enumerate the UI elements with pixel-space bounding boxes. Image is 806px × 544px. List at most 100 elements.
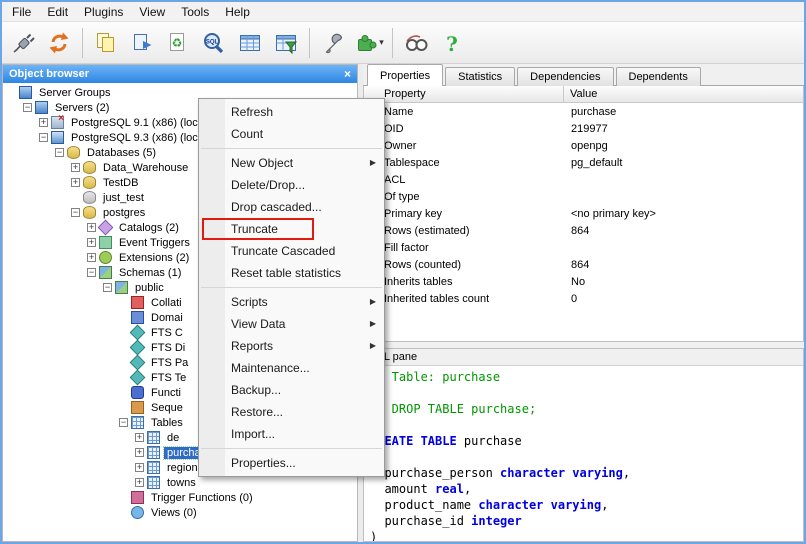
collapse-icon[interactable]: −	[55, 148, 64, 157]
menu-item-reports[interactable]: Reports ▶	[199, 335, 384, 357]
tab-dependencies[interactable]: Dependencies	[517, 67, 614, 86]
guru-hints-button[interactable]	[399, 26, 433, 60]
pgadmin-window: File Edit Plugins View Tools Help ♻ SQL ▾? Obje…	[0, 0, 806, 544]
table-row[interactable]: Name purchase	[364, 103, 803, 120]
table-row[interactable]: Rows (counted) 864	[364, 256, 803, 273]
tree-item-label: Collati	[151, 296, 182, 309]
table-row[interactable]: ACL	[364, 171, 803, 188]
menu-item-delete-drop[interactable]: Delete/Drop...	[199, 174, 384, 196]
view-data-button[interactable]	[233, 26, 267, 60]
menu-item-view-data[interactable]: View Data ▶	[199, 313, 384, 335]
collapse-icon[interactable]: −	[39, 133, 48, 142]
menu-item-restore[interactable]: Restore...	[199, 401, 384, 423]
expand-icon[interactable]: +	[135, 448, 144, 457]
close-icon[interactable]: ×	[344, 67, 351, 81]
table-row[interactable]: Fill factor	[364, 239, 803, 256]
tree-item-label: Trigger Functions (0)	[151, 491, 253, 504]
menu-item-backup[interactable]: Backup...	[199, 379, 384, 401]
object-browser-title: Object browser	[9, 68, 90, 80]
expand-icon[interactable]: +	[71, 163, 80, 172]
event-triggers-icon	[99, 236, 112, 249]
object-browser-header: Object browser ×	[3, 65, 357, 83]
expand-icon[interactable]: +	[87, 238, 96, 247]
recycle-button[interactable]: ♻	[161, 26, 195, 60]
server-off-icon	[51, 113, 64, 129]
sql-line: (	[370, 449, 797, 465]
collapse-icon[interactable]: −	[23, 103, 32, 112]
table-row[interactable]: Of type	[364, 188, 803, 205]
expand-icon[interactable]: +	[135, 478, 144, 487]
menu-item-count[interactable]: Count	[199, 123, 384, 145]
filter-data-button[interactable]	[269, 26, 303, 60]
table-row[interactable]: Rows (estimated) 864	[364, 222, 803, 239]
table-row[interactable]: OID 219977	[364, 120, 803, 137]
menu-item-new-object[interactable]: New Object ▶	[199, 152, 384, 174]
tab-statistics[interactable]: Statistics	[445, 67, 516, 86]
collapse-icon[interactable]: −	[103, 283, 112, 292]
table-row[interactable]: Primary key <no primary key>	[364, 205, 803, 222]
table-row[interactable]: Owner openpg	[364, 137, 803, 154]
value-column-header[interactable]: Value	[564, 88, 803, 100]
expand-icon[interactable]: +	[135, 433, 144, 442]
wrench-button[interactable]	[316, 26, 350, 60]
property-value: No	[571, 275, 586, 288]
sql-line	[370, 385, 797, 401]
table-row[interactable]: Inherits tables No	[364, 273, 803, 290]
menu-edit[interactable]: Edit	[39, 3, 76, 21]
menu-view[interactable]: View	[131, 3, 173, 21]
property-value: 0	[571, 292, 578, 305]
menu-item-import[interactable]: Import...	[199, 423, 384, 445]
tab-dependents[interactable]: Dependents	[615, 67, 701, 86]
expand-icon[interactable]: +	[87, 223, 96, 232]
sql-plain: )	[370, 530, 378, 541]
plugin-button[interactable]: ▾	[352, 26, 386, 60]
expand-icon[interactable]: +	[87, 253, 96, 262]
sql-magnifier-button[interactable]: SQL	[197, 26, 231, 60]
menu-item-refresh[interactable]: Refresh	[199, 101, 384, 123]
tree-item-label: Functi	[151, 386, 181, 399]
menu-plugins[interactable]: Plugins	[76, 3, 131, 21]
collapse-icon[interactable]: −	[119, 418, 128, 427]
tree-item-views-0[interactable]: Views (0)	[3, 505, 357, 520]
tree-item-trigger-functions-0[interactable]: Trigger Functions (0)	[3, 490, 357, 505]
sql-plain: product_name	[370, 498, 479, 512]
tree-item-towns[interactable]: + towns	[3, 475, 357, 490]
expand-icon[interactable]: +	[71, 178, 80, 187]
collapse-icon[interactable]: −	[87, 268, 96, 277]
refresh-button[interactable]	[42, 26, 76, 60]
submenu-arrow-icon: ▶	[369, 341, 376, 350]
tree-item-label: PostgreSQL 9.3 (x86) (loc	[71, 131, 198, 144]
menu-item-properties[interactable]: Properties...	[199, 452, 384, 474]
menu-item-drop-cascaded[interactable]: Drop cascaded...	[199, 196, 384, 218]
menu-item-truncate[interactable]: Truncate	[199, 218, 384, 240]
menu-file[interactable]: File	[4, 3, 39, 21]
help-button[interactable]: ?	[435, 26, 469, 60]
copy-button[interactable]	[89, 26, 123, 60]
menu-tools[interactable]: Tools	[173, 3, 217, 21]
expand-icon[interactable]: +	[39, 118, 48, 127]
paste-button[interactable]	[125, 26, 159, 60]
sql-code[interactable]: -- Table: purchase -- DROP TABLE purchas…	[364, 366, 803, 541]
submenu-arrow-icon: ▶	[369, 319, 376, 328]
collapse-icon[interactable]: −	[71, 208, 80, 217]
servers-icon	[35, 101, 48, 114]
tab-properties[interactable]: Properties	[367, 64, 444, 86]
expand-icon[interactable]: +	[135, 463, 144, 472]
plugin-dropdown-arrow[interactable]: ▾	[379, 37, 384, 48]
property-column-header[interactable]: Property	[364, 86, 564, 102]
svg-text:♻: ♻	[172, 36, 183, 50]
tree-item-label: Extensions (2)	[119, 251, 190, 264]
table-row[interactable]: Inherited tables count 0	[364, 290, 803, 307]
menu-item-maintenance[interactable]: Maintenance...	[199, 357, 384, 379]
menu-item-scripts[interactable]: Scripts ▶	[199, 291, 384, 313]
property-value: <no primary key>	[571, 207, 656, 220]
menu-item-truncate-cascaded[interactable]: Truncate Cascaded	[199, 240, 384, 262]
fts-icon	[129, 324, 146, 341]
table-row[interactable]: Tablespace pg_default	[364, 154, 803, 171]
menu-help[interactable]: Help	[217, 3, 258, 21]
connect-button[interactable]	[6, 26, 40, 60]
server-on-icon	[51, 131, 64, 144]
menu-item-reset-table-statistics[interactable]: Reset table statistics	[199, 262, 384, 284]
